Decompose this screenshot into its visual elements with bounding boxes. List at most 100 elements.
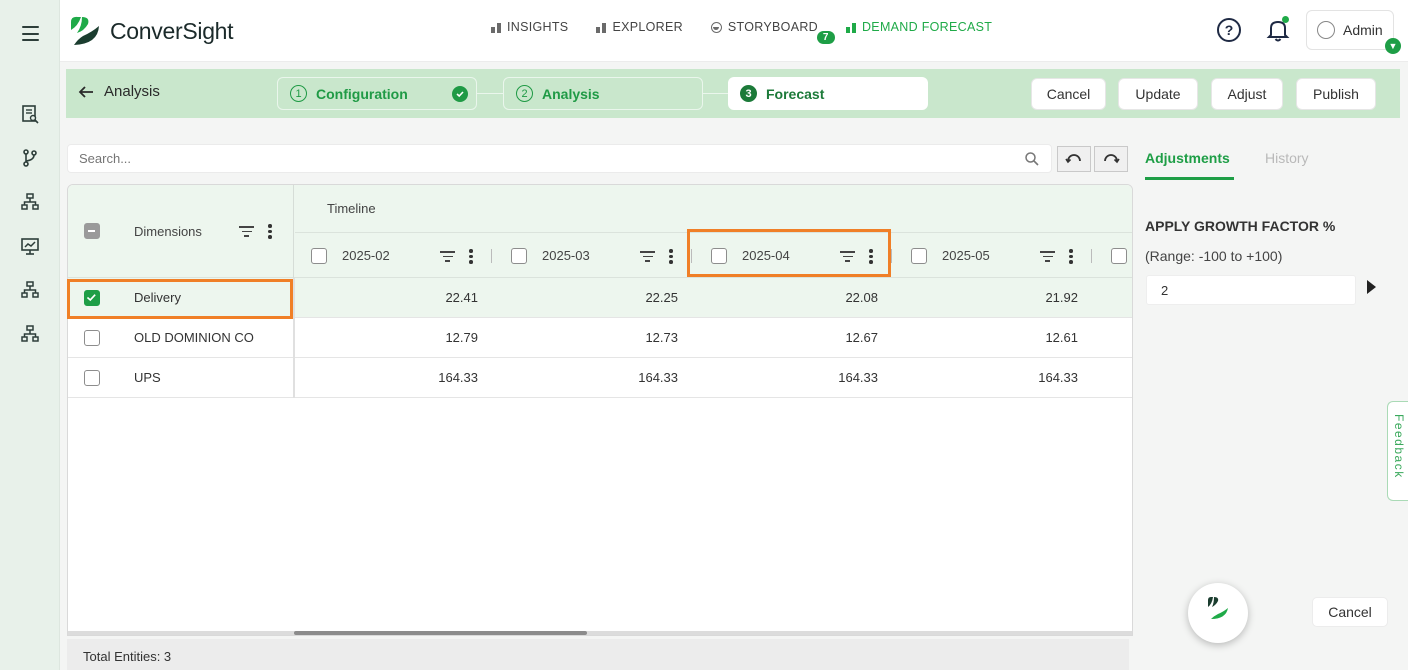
main-nav: INSIGHTS EXPLORER STORYBOARD 7 DEMAND FO… (491, 20, 993, 44)
dimension-cell (68, 358, 294, 398)
chevron-down-icon[interactable]: ▼ (1385, 38, 1401, 54)
select-all-checkbox[interactable] (84, 223, 100, 239)
search-input[interactable] (68, 145, 1008, 172)
growth-factor-range: (Range: -100 to +100) (1145, 248, 1283, 264)
dimension-name: OLD DOMINION CO (134, 330, 254, 345)
hierarchy-icon-2[interactable] (20, 280, 40, 300)
step-label: Analysis (542, 85, 600, 102)
user-menu[interactable]: Admin (1306, 10, 1394, 50)
forecast-value[interactable]: 22.41 (398, 290, 478, 305)
report-search-icon[interactable] (20, 104, 40, 124)
panel-cancel-button[interactable]: Cancel (1312, 597, 1388, 627)
more-vert-icon[interactable] (669, 249, 673, 264)
apply-play-icon[interactable] (1367, 280, 1376, 294)
check-circle-icon (452, 86, 468, 102)
check-icon (86, 294, 96, 302)
app-logo[interactable]: ConverSight (68, 14, 234, 48)
column-checkbox[interactable] (911, 248, 927, 264)
column-header-2025-04: 2025-04 (695, 233, 895, 279)
more-vert-icon[interactable] (1069, 249, 1073, 264)
step-configuration[interactable]: 1 Configuration (277, 77, 477, 110)
redo-button[interactable] (1094, 146, 1128, 172)
logo-text: ConverSight (110, 17, 234, 44)
nav-insights[interactable]: INSIGHTS (491, 20, 568, 34)
branch-icon[interactable] (20, 148, 40, 168)
table-row[interactable]: OLD DOMINION CO 12.79 12.73 12.67 12.61 (68, 318, 1132, 358)
column-divider (1091, 249, 1092, 263)
column-checkbox[interactable] (711, 248, 727, 264)
more-vert-icon[interactable] (469, 249, 473, 264)
back-label: Analysis (104, 83, 160, 100)
column-checkbox[interactable] (511, 248, 527, 264)
hierarchy-icon[interactable] (20, 192, 40, 212)
adjust-button[interactable]: Adjust (1211, 78, 1283, 110)
forecast-value[interactable]: 164.33 (598, 370, 678, 385)
nav-explorer[interactable]: EXPLORER (596, 20, 683, 34)
update-button[interactable]: Update (1118, 78, 1198, 110)
column-divider (891, 249, 892, 263)
forecast-value[interactable]: 164.33 (398, 370, 478, 385)
tab-history[interactable]: History (1265, 150, 1309, 166)
row-checkbox[interactable] (84, 290, 100, 306)
row-checkbox[interactable] (84, 330, 100, 346)
publish-button[interactable]: Publish (1296, 78, 1376, 110)
forecast-value[interactable]: 21.92 (998, 290, 1078, 305)
dimension-cell (68, 278, 294, 318)
search-icon[interactable] (1024, 151, 1040, 167)
notification-bell-icon[interactable] (1266, 16, 1290, 43)
search-box (67, 144, 1052, 173)
forecast-value[interactable]: 12.67 (798, 330, 878, 345)
table-row[interactable]: UPS 164.33 164.33 164.33 164.33 (68, 358, 1132, 398)
arrow-left-icon (78, 85, 93, 98)
more-vert-icon[interactable] (268, 224, 272, 239)
step-forecast[interactable]: 3 Forecast (728, 77, 928, 110)
nav-demand-forecast[interactable]: DEMAND FORECAST (845, 20, 993, 34)
rotate-left-icon (1065, 154, 1081, 164)
filter-icon[interactable] (1040, 251, 1055, 262)
step-number: 1 (290, 85, 307, 102)
table-row[interactable]: Delivery 22.41 22.25 22.08 21.92 (68, 278, 1132, 318)
back-button[interactable]: Analysis (78, 83, 160, 100)
row-checkbox[interactable] (84, 370, 100, 386)
forecast-value[interactable]: 22.25 (598, 290, 678, 305)
forecast-value[interactable]: 12.61 (998, 330, 1078, 345)
column-header-next (1095, 233, 1132, 279)
more-vert-icon[interactable] (869, 249, 873, 264)
column-divider (691, 249, 692, 263)
nav-demand-forecast-label: DEMAND FORECAST (861, 20, 993, 34)
column-label: 2025-04 (742, 248, 790, 263)
forecast-value[interactable]: 164.33 (998, 370, 1078, 385)
cancel-button[interactable]: Cancel (1031, 78, 1106, 110)
filter-icon[interactable] (840, 251, 855, 262)
forecast-value[interactable]: 12.73 (598, 330, 678, 345)
filter-icon[interactable] (640, 251, 655, 262)
feedback-tab[interactable]: Feedback (1387, 401, 1408, 501)
feedback-label: Feedback (1392, 414, 1406, 479)
column-checkbox[interactable] (1111, 248, 1127, 264)
menu-icon[interactable] (22, 26, 39, 41)
table-header: Dimensions Timeline 2025-02 2025-03 2025… (68, 185, 1132, 279)
timeline-label: Timeline (327, 201, 376, 216)
forecast-value[interactable]: 12.79 (398, 330, 478, 345)
tab-adjustments[interactable]: Adjustments (1145, 150, 1230, 166)
wizard-stepbar: Analysis 1 Configuration 2 Analysis 3 Fo… (66, 69, 1400, 118)
filter-icon[interactable] (239, 226, 254, 237)
step-analysis[interactable]: 2 Analysis (503, 77, 703, 110)
column-checkbox[interactable] (311, 248, 327, 264)
growth-factor-input[interactable] (1146, 275, 1356, 305)
undo-button[interactable] (1057, 146, 1091, 172)
nav-storyboard[interactable]: STORYBOARD 7 (710, 20, 835, 44)
horizontal-scrollbar[interactable] (68, 631, 1132, 635)
filter-icon[interactable] (440, 251, 455, 262)
active-tab-underline (1145, 177, 1234, 180)
user-name: Admin (1343, 22, 1383, 38)
column-header-2025-03: 2025-03 (495, 233, 695, 279)
scrollbar-thumb[interactable] (294, 631, 587, 635)
column-label: 2025-05 (942, 248, 990, 263)
forecast-value[interactable]: 164.33 (798, 370, 878, 385)
assistant-bot-button[interactable] (1188, 583, 1248, 643)
forecast-value[interactable]: 22.08 (798, 290, 878, 305)
help-icon[interactable]: ? (1217, 18, 1241, 42)
presentation-chart-icon[interactable] (20, 236, 40, 256)
hierarchy-icon-3[interactable] (20, 324, 40, 344)
